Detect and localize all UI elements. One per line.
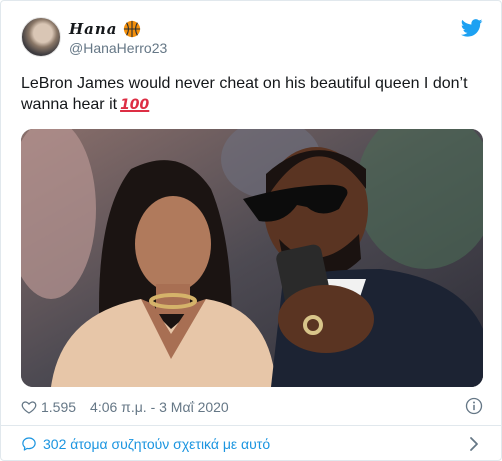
conversation-count-text[interactable]: 302 άτομα συζητούν σχετικά με αυτό	[43, 436, 270, 452]
hundred-points-icon: 100	[120, 97, 150, 113]
avatar[interactable]	[21, 17, 61, 57]
basketball-icon	[123, 20, 140, 38]
tweet-meta: 1.595 4:06 π.μ. - 3 Μαΐ 2020	[21, 397, 483, 417]
info-icon[interactable]	[465, 397, 483, 415]
tweet-text: LeBron James would never cheat on his be…	[21, 73, 481, 116]
conversation-link[interactable]: 302 άτομα συζητούν σχετικά με αυτό	[21, 433, 483, 455]
heart-icon[interactable]	[21, 399, 37, 415]
tweet-card[interactable]: Hana @HanaHerro23 LeBron James would nev…	[0, 0, 502, 461]
photo-illustration	[21, 129, 483, 387]
tweet-photo[interactable]	[21, 129, 483, 387]
divider	[1, 425, 501, 426]
tweet-text-content: LeBron James would never cheat on his be…	[21, 75, 468, 113]
chevron-right-icon[interactable]	[469, 436, 479, 452]
author-handle[interactable]: @HanaHerro23	[69, 40, 167, 56]
author-name-row[interactable]: Hana	[69, 19, 141, 39]
tweet-timestamp[interactable]: 4:06 π.μ. - 3 Μαΐ 2020	[90, 399, 229, 415]
author-display-name[interactable]: Hana	[69, 20, 118, 38]
twitter-bird-icon[interactable]	[461, 19, 483, 37]
tweet-header: Hana @HanaHerro23	[21, 17, 483, 63]
like-count[interactable]: 1.595	[41, 399, 76, 415]
comment-bubble-icon	[22, 437, 36, 451]
